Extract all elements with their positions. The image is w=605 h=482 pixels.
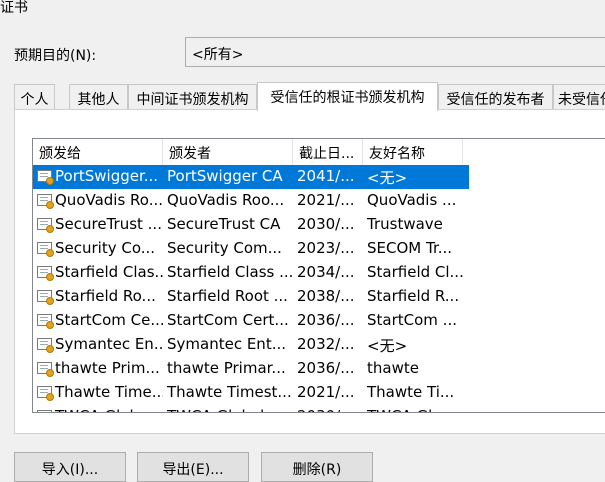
cell-expires: 2038/... xyxy=(297,287,355,305)
certificate-icon xyxy=(37,338,54,353)
table-row[interactable]: thawte Prim... thawte Primar... 2036/... th… xyxy=(33,357,605,381)
cell-friendly: StartCom ... xyxy=(367,311,457,329)
tab-trusted-root-ca[interactable]: 受信任的根证书颁发机构 xyxy=(257,82,438,111)
cell-issued-by: Symantec Ent... xyxy=(167,335,287,353)
cell-issued-by: Starfield Root ... xyxy=(167,287,288,305)
cell-friendly: <无> xyxy=(363,165,469,189)
cell-issued-by: PortSwigger CA xyxy=(163,165,293,189)
cell-expires: 2034/... xyxy=(297,263,355,281)
export-button[interactable]: 导出(E)... xyxy=(137,452,249,482)
certificate-icon xyxy=(37,410,52,412)
cell-expires: 2030/... xyxy=(297,215,355,233)
cell-expires: 2030/... xyxy=(293,405,363,412)
table-row[interactable]: QuoVadis Ro... QuoVadis Roo... 2021/... Quo… xyxy=(33,189,605,213)
table-row[interactable]: Symantec En... Symantec Ent... 2032/... <无> xyxy=(33,333,605,357)
purpose-select-value: <所有> xyxy=(192,47,244,63)
table-row[interactable]: StartCom Ce... StartCom Cert... 2036/... St… xyxy=(33,309,605,333)
cell-expires: 2032/... xyxy=(297,335,355,353)
certificate-icon xyxy=(37,242,54,257)
certificate-icon xyxy=(37,386,54,401)
cell-friendly: Starfield R... xyxy=(367,287,460,305)
tab-personal[interactable]: 个人 xyxy=(14,84,55,110)
table-row[interactable]: Starfield Ro... Starfield Root ... 2038/..… xyxy=(33,285,605,309)
column-friendly-name[interactable]: 友好名称 xyxy=(363,139,463,165)
cell-expires: 2021/... xyxy=(297,191,355,209)
tab-strip: 个人 其他人 中间证书颁发机构 受信任的根证书颁发机构 受信任的发布者 未受信任 xyxy=(14,82,605,111)
cell-expires: 2036/... xyxy=(297,359,355,377)
purpose-select[interactable]: <所有> xyxy=(185,37,605,67)
certificate-icon xyxy=(37,314,54,329)
column-expiration[interactable]: 截止日... xyxy=(293,139,363,165)
cell-friendly: Trustwave xyxy=(367,215,443,233)
table-row[interactable]: PortSwigger... PortSwigger CA 2041/... <无> xyxy=(33,165,605,189)
purpose-label: 预期目的(N): xyxy=(14,48,97,64)
table-row[interactable]: Thawte Time... Thawte Timest... 2021/... Th… xyxy=(33,381,605,405)
table-row[interactable]: Starfield Clas... Starfield Class ... 2034… xyxy=(33,261,605,285)
column-issued-to[interactable]: 颁发给 xyxy=(33,139,163,165)
column-issued-by[interactable]: 颁发者 xyxy=(163,139,293,165)
cell-friendly: thawte xyxy=(367,359,419,377)
cell-friendly: Starfield Cl... xyxy=(367,263,464,281)
cell-expires: 2036/... xyxy=(297,311,355,329)
certificate-icon xyxy=(37,290,54,305)
table-row[interactable]: TWCA Glob...TWCA Global...2030/...TWCA G… xyxy=(33,405,605,412)
cell-issued-by: StartCom Cert... xyxy=(167,311,289,329)
cell-issued-by: thawte Primar... xyxy=(167,359,286,377)
certificate-list[interactable]: 颁发给 颁发者 截止日... 友好名称 PortSwigger... PortSw… xyxy=(32,138,605,413)
remove-button[interactable]: 删除(R) xyxy=(261,452,373,482)
tab-untrusted[interactable]: 未受信任 xyxy=(553,84,605,110)
cell-issued-by: SecureTrust CA xyxy=(167,215,281,233)
cell-friendly: <无> xyxy=(367,337,408,355)
import-button[interactable]: 导入(I)... xyxy=(14,452,126,482)
tab-trusted-publishers[interactable]: 受信任的发布者 xyxy=(438,84,553,110)
certificate-icon xyxy=(37,194,54,209)
cell-friendly: TWCA Gl... xyxy=(363,405,469,412)
cell-issued-by: TWCA Global... xyxy=(163,405,293,412)
certificate-icon xyxy=(37,218,54,233)
tab-other-people[interactable]: 其他人 xyxy=(69,84,128,110)
list-header: 颁发给 颁发者 截止日... 友好名称 xyxy=(33,139,605,165)
cell-issued-by: Security Com... xyxy=(167,239,282,257)
cell-friendly: QuoVadis ... xyxy=(367,191,457,209)
cell-friendly: Thawte Ti... xyxy=(367,383,455,401)
cell-expires: 2023/... xyxy=(297,239,355,257)
cell-issued-by: Thawte Timest... xyxy=(167,383,292,401)
certificate-icon xyxy=(37,362,54,377)
table-row[interactable]: Security Co... Security Com... 2023/... SEC… xyxy=(33,237,605,261)
cell-issued-to: TWCA Glob... xyxy=(33,405,163,412)
certificate-icon xyxy=(37,266,54,281)
cell-friendly: SECOM Tr... xyxy=(367,239,453,257)
tab-intermediate-ca[interactable]: 中间证书颁发机构 xyxy=(128,84,257,110)
table-row[interactable]: SecureTrust ... SecureTrust CA 2030/... Tru… xyxy=(33,213,605,237)
cell-issued-by: Starfield Class ... xyxy=(167,263,293,281)
cell-expires: 2021/... xyxy=(297,383,355,401)
certificate-icon xyxy=(37,170,54,185)
cell-expires: 2041/... xyxy=(293,165,363,189)
window-title: 证书 xyxy=(0,0,28,16)
cell-issued-by: QuoVadis Roo... xyxy=(167,191,285,209)
